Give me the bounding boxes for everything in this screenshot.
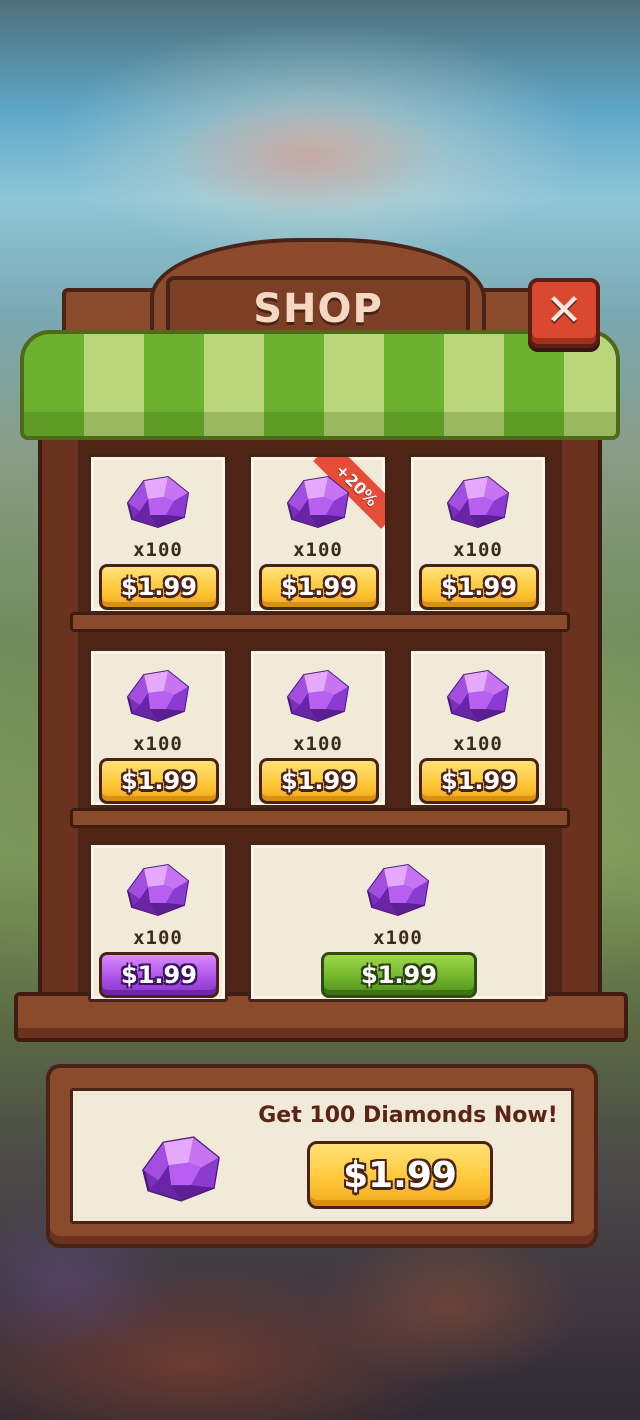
shop-item-card[interactable]: +20% x100 $1.99 — [248, 454, 388, 614]
buy-button[interactable]: $1.99 — [419, 564, 539, 610]
shop-item-card[interactable]: x100 $1.99 — [248, 648, 388, 808]
item-quantity: x100 — [373, 927, 423, 949]
gem-icon — [131, 1129, 231, 1209]
special-offer-card: Get 100 Diamonds Now! $1.99 — [70, 1088, 574, 1224]
item-quantity: x100 — [293, 539, 343, 561]
shop-item-card[interactable]: x100 $1.99 — [88, 648, 228, 808]
shelf — [70, 808, 570, 828]
offer-buy-button[interactable]: $1.99 — [307, 1141, 493, 1209]
item-quantity: x100 — [453, 539, 503, 561]
shelf — [70, 612, 570, 632]
gem-icon — [278, 471, 358, 533]
buy-button[interactable]: $1.99 — [419, 758, 539, 804]
buy-button[interactable]: $1.99 — [321, 952, 477, 998]
gem-icon — [278, 665, 358, 727]
special-offer-panel: Get 100 Diamonds Now! $1.99 — [46, 1064, 598, 1248]
item-quantity: x100 — [453, 733, 503, 755]
shop-item-card[interactable]: x100 $1.99 — [88, 454, 228, 614]
buy-button[interactable]: $1.99 — [259, 564, 379, 610]
buy-button[interactable]: $1.99 — [99, 564, 219, 610]
gem-icon — [358, 859, 438, 921]
item-quantity: x100 — [293, 733, 343, 755]
close-icon: ✕ — [545, 285, 583, 336]
gem-icon — [438, 665, 518, 727]
shop-cabinet: SHOP ✕ x100 $1.99 +20% x100 $1.99 x100 $… — [0, 0, 640, 1060]
item-quantity: x100 — [133, 927, 183, 949]
close-button[interactable]: ✕ — [528, 278, 600, 348]
shop-item-card[interactable]: x100 $1.99 — [408, 454, 548, 614]
shop-item-card[interactable]: x100 $1.99 — [88, 842, 228, 1002]
striped-awning — [20, 330, 620, 440]
item-quantity: x100 — [133, 539, 183, 561]
gem-icon — [118, 859, 198, 921]
gem-icon — [118, 471, 198, 533]
shop-title: SHOP — [253, 286, 383, 332]
buy-button[interactable]: $1.99 — [99, 758, 219, 804]
gem-icon — [118, 665, 198, 727]
buy-button[interactable]: $1.99 — [259, 758, 379, 804]
offer-title: Get 100 Diamonds Now! — [258, 1103, 558, 1128]
buy-button[interactable]: $1.99 — [99, 952, 219, 998]
item-quantity: x100 — [133, 733, 183, 755]
gem-icon — [438, 471, 518, 533]
shop-item-card[interactable]: x100 $1.99 — [408, 648, 548, 808]
shop-item-card-wide[interactable]: x100 $1.99 — [248, 842, 548, 1002]
